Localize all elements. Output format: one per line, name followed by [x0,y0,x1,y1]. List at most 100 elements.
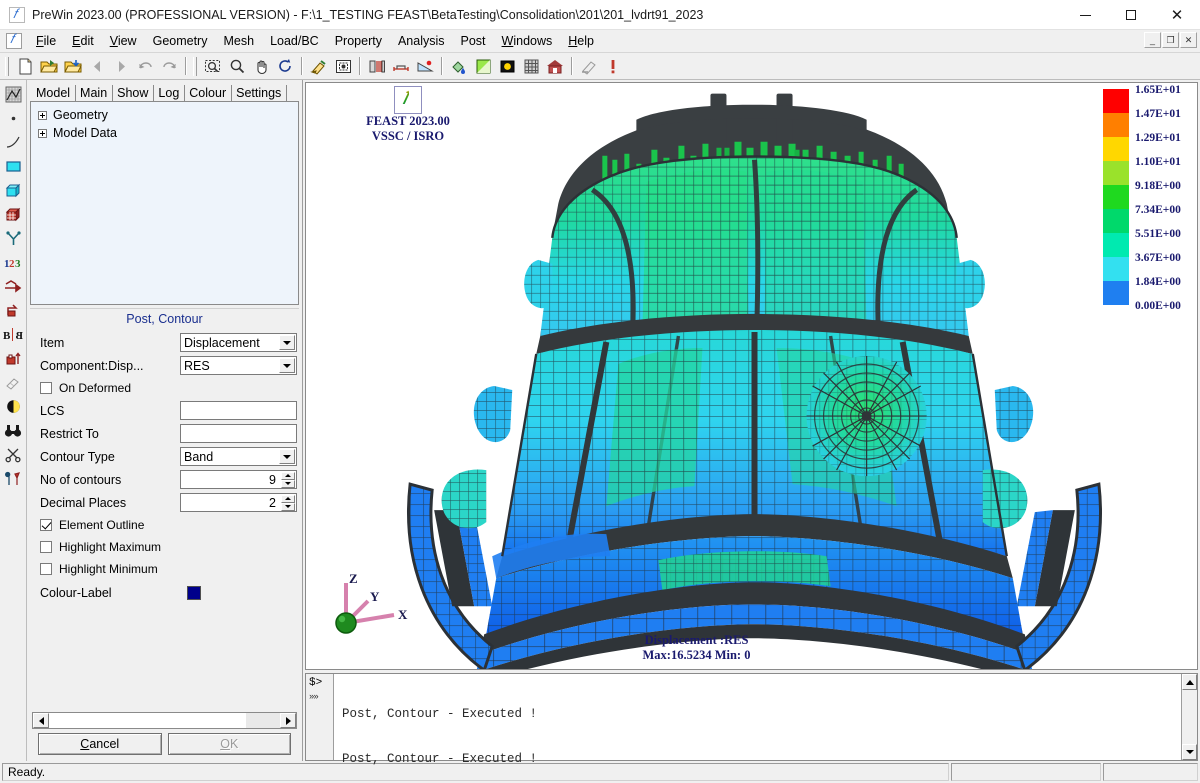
fill-colour-icon[interactable] [447,55,471,78]
save-folder-icon[interactable] [61,55,85,78]
menu-property[interactable]: Property [327,31,390,51]
chevron-down-icon-3[interactable] [279,449,295,464]
numbering-icon[interactable]: 123 [2,251,25,274]
console-scroll-down-icon[interactable] [1182,744,1197,760]
fe-model-render[interactable] [306,83,1197,669]
no-of-contours-stepper[interactable]: 9 [180,470,297,489]
tab-log[interactable]: Log [154,85,186,101]
chevron-down-icon[interactable] [279,335,295,350]
shade-icon[interactable] [471,55,495,78]
curve-icon[interactable] [2,131,25,154]
graphics-viewport[interactable]: FEAST 2023.00 VSSC / ISRO [305,82,1198,670]
menu-analysis[interactable]: Analysis [390,31,453,51]
menu-windows[interactable]: Windows [494,31,561,51]
console-output[interactable]: Post, Contour - Executed ! Post, Contour… [334,674,1181,766]
rotate-icon[interactable] [273,55,297,78]
spin-up-icon-2[interactable] [281,494,295,503]
scroll-track[interactable] [49,713,246,728]
spin-down-icon[interactable] [281,479,295,488]
menu-help[interactable]: Help [560,31,602,51]
tab-model[interactable]: Model [32,85,77,101]
cancel-button[interactable]: Cancel [38,733,162,755]
close-button[interactable]: ✕ [1154,0,1200,30]
menu-edit[interactable]: Edit [64,31,102,51]
previous-arrow-icon[interactable] [85,55,109,78]
highlight-maximum-checkbox[interactable] [40,541,52,553]
alert-icon[interactable] [601,55,625,78]
mdi-restore-button[interactable]: ❐ [1162,32,1179,48]
solid-icon[interactable] [2,179,25,202]
measure-icon[interactable] [389,55,413,78]
light-icon[interactable] [495,55,519,78]
element-outline-checkbox[interactable] [40,519,52,531]
pan-hand-icon[interactable] [249,55,273,78]
lcs-input[interactable] [180,401,297,420]
surface-icon[interactable] [2,155,25,178]
expand-plus-icon-2[interactable] [38,128,47,138]
next-arrow-icon[interactable] [109,55,133,78]
mirror-icon[interactable]: BB [2,323,25,346]
field-highlight-maximum[interactable]: Highlight Maximum [32,536,297,558]
component-combo[interactable]: RES [180,356,297,375]
mdi-app-icon[interactable] [6,31,22,49]
restrict-to-input[interactable] [180,424,297,443]
translate-icon[interactable] [2,275,25,298]
on-deformed-checkbox[interactable] [40,382,52,394]
model-tree[interactable]: Geometry Model Data [30,101,299,305]
highlight-minimum-checkbox[interactable] [40,563,52,575]
extrude-icon[interactable] [2,347,25,370]
section-view-icon[interactable] [365,55,389,78]
find-binoculars-icon[interactable] [2,419,25,442]
scroll-left-icon[interactable] [33,713,49,728]
tab-main[interactable]: Main [76,85,114,101]
colour-label-swatch[interactable] [187,586,201,600]
field-highlight-minimum[interactable]: Highlight Minimum [32,558,297,580]
tree-node-model-data[interactable]: Model Data [34,124,295,142]
fit-view-icon[interactable] [331,55,355,78]
new-file-icon[interactable] [13,55,37,78]
clean-brush-icon[interactable] [307,55,331,78]
field-element-outline[interactable]: Element Outline [32,514,297,536]
tools-icon[interactable] [2,467,25,490]
erase-icon[interactable] [577,55,601,78]
open-folder-icon[interactable] [37,55,61,78]
command-console[interactable]: $> »» Post, Contour - Executed ! Post, C… [305,673,1198,766]
home-view-icon[interactable] [543,55,567,78]
spinner-buttons[interactable] [281,471,295,488]
cut-scissors-icon[interactable] [2,443,25,466]
node-merge-icon[interactable] [2,227,25,250]
grid-plot-icon[interactable] [2,83,25,106]
undo-icon[interactable] [133,55,157,78]
mesh-grid-icon[interactable] [519,55,543,78]
chevron-down-icon-2[interactable] [279,358,295,373]
maximize-button[interactable] [1108,0,1154,30]
menu-view[interactable]: View [102,31,145,51]
tab-settings[interactable]: Settings [232,85,288,101]
zoom-window-icon[interactable] [201,55,225,78]
spin-down-icon-2[interactable] [281,502,295,511]
point-icon[interactable] [2,107,25,130]
tree-node-geometry[interactable]: Geometry [34,106,295,124]
menu-post[interactable]: Post [453,31,494,51]
ok-button[interactable]: OK [167,733,291,755]
panel-horizontal-scrollbar[interactable] [32,712,297,729]
eraser-icon[interactable] [2,371,25,394]
spinner-buttons-2[interactable] [281,494,295,511]
mdi-minimize-button[interactable]: _ [1144,32,1161,48]
shading-icon[interactable] [2,395,25,418]
console-scroll-up-icon[interactable] [1182,674,1197,690]
toolbar-grip[interactable] [5,56,9,76]
mdi-close-button[interactable]: ✕ [1180,32,1197,48]
tab-show[interactable]: Show [113,85,155,101]
menu-mesh[interactable]: Mesh [215,31,262,51]
spin-up-icon[interactable] [281,471,295,480]
expand-plus-icon[interactable] [38,110,47,120]
scroll-right-icon[interactable] [280,713,296,728]
menu-geometry[interactable]: Geometry [145,31,216,51]
reflect-icon[interactable] [2,299,25,322]
volume-mesh-icon[interactable] [2,203,25,226]
console-scrollbar[interactable] [1181,674,1197,760]
angle-icon[interactable] [413,55,437,78]
menu-file[interactable]: File [28,31,64,51]
menu-loadbc[interactable]: Load/BC [262,31,327,51]
